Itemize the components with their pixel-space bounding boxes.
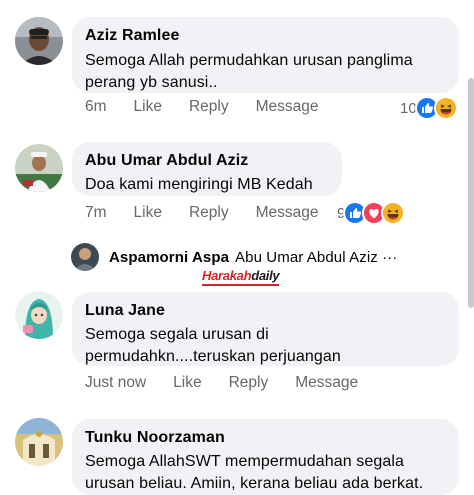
comment-text: Semoga Allah permudahkan urusan panglima… <box>85 50 446 94</box>
comment-text: Doa kami mengiringi MB Kedah <box>85 176 313 193</box>
reply-button[interactable]: Reply <box>229 374 269 392</box>
reply-preview[interactable]: Aspamorni Aspa Abu Umar Abdul Aziz ··· <box>99 249 397 266</box>
comment-actions: 7m Like Reply Message <box>85 204 346 222</box>
comment-author[interactable]: Tunku Noorzaman <box>85 428 446 448</box>
message-button[interactable]: Message <box>256 98 319 116</box>
reaction-summary[interactable]: 10 <box>400 96 458 120</box>
message-button[interactable]: Message <box>295 374 358 392</box>
reply-author[interactable]: Aspamorni Aspa <box>109 249 229 266</box>
comment-time[interactable]: 6m <box>85 98 107 116</box>
comment-author[interactable]: Abu Umar Abdul Aziz <box>85 151 329 171</box>
like-button[interactable]: Like <box>134 204 162 222</box>
avatar-aspamorni-aspa[interactable] <box>71 243 99 271</box>
comment-text-line: permudahkn....teruskan perjuangan <box>85 348 341 365</box>
haha-icon <box>381 201 406 225</box>
comment-text-line: Semoga Allah permudahkan urusan panglima <box>85 52 413 69</box>
avatar-abu-umar[interactable] <box>15 144 63 192</box>
comment-time[interactable]: Just now <box>85 374 146 392</box>
haha-icon <box>433 96 458 120</box>
harakahdaily-watermark: Harakahdaily <box>202 268 280 286</box>
comment-actions: 6m Like Reply Message <box>85 98 346 116</box>
comment-actions: Just now Like Reply Message <box>85 374 385 392</box>
comment-text: Semoga segala urusan di permudahkn....te… <box>85 324 446 368</box>
comment-text: Semoga AllahSWT mempermudahan segala uru… <box>85 451 446 495</box>
comment-text-line: Semoga segala urusan di <box>85 326 269 343</box>
avatar-luna-jane[interactable] <box>15 291 63 339</box>
avatar-aziz-ramlee[interactable] <box>15 17 63 65</box>
comment-bubble: Abu Umar Abdul Aziz Doa kami mengiringi … <box>72 142 342 196</box>
comment-bubble: Aziz Ramlee Semoga Allah permudahkan uru… <box>72 17 459 93</box>
comment-time[interactable]: 7m <box>85 204 107 222</box>
avatar-tunku-noorzaman[interactable] <box>15 418 63 466</box>
scrollbar[interactable] <box>468 78 474 308</box>
comment-author[interactable]: Aziz Ramlee <box>85 26 446 46</box>
comment-text-line: urusan beliau. Amiin, kerana beliau ada … <box>85 475 424 492</box>
reaction-summary[interactable]: 9 <box>337 201 406 225</box>
like-button[interactable]: Like <box>134 98 162 116</box>
message-button[interactable]: Message <box>256 204 319 222</box>
reply-preview-text[interactable]: Abu Umar Abdul Aziz ··· <box>235 249 397 266</box>
comment-bubble: Tunku Noorzaman Semoga AllahSWT mempermu… <box>72 419 459 495</box>
like-button[interactable]: Like <box>173 374 201 392</box>
comment-bubble: Luna Jane Semoga segala urusan di permud… <box>72 292 459 366</box>
comment-text-line: Semoga AllahSWT mempermudahan segala <box>85 453 405 470</box>
reply-button[interactable]: Reply <box>189 204 229 222</box>
reply-button[interactable]: Reply <box>189 98 229 116</box>
comment-text-line: perang yb sanusi.. <box>85 74 218 91</box>
comment-author[interactable]: Luna Jane <box>85 301 446 321</box>
